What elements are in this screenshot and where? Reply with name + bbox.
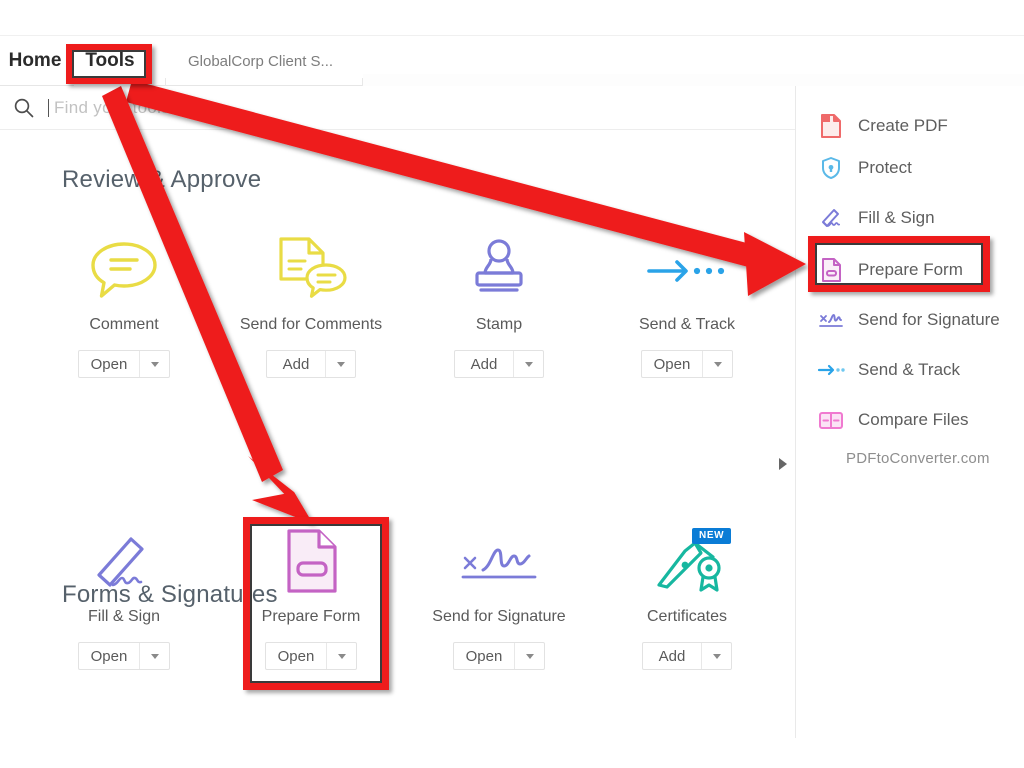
tile-action-button[interactable]: Add — [643, 643, 701, 669]
annotation-highlight-sidebar-prepare-form — [808, 236, 990, 292]
sidebar-item-protect[interactable]: Protect — [816, 148, 1024, 188]
signature-line-icon — [816, 309, 846, 331]
tile-label: Send for Comments — [239, 316, 383, 333]
tile-action-group[interactable]: Open — [640, 350, 734, 378]
sidebar-item-compare-files[interactable]: Compare Files — [816, 400, 1024, 440]
tile-label: Comment — [89, 316, 159, 333]
tile-action-dropdown[interactable] — [513, 351, 543, 377]
tile-label: Send & Track — [638, 316, 736, 333]
tile-action-button[interactable]: Open — [642, 351, 703, 377]
tile-action-group[interactable]: Open — [452, 642, 546, 670]
sidebar-item-label: Fill & Sign — [858, 208, 935, 227]
watermark: PDFtoConverter.com — [846, 450, 990, 467]
pen-sign-icon — [816, 206, 846, 230]
next-page-chevron-icon[interactable] — [779, 458, 787, 470]
tile-action-dropdown[interactable] — [702, 351, 732, 377]
title-strip — [0, 0, 1024, 36]
tile-stamp[interactable]: Stamp Add — [426, 228, 572, 403]
chevron-down-icon — [524, 361, 533, 367]
tile-action-group[interactable]: Add — [642, 642, 732, 670]
tile-action-dropdown[interactable] — [701, 643, 731, 669]
annotation-highlight-inner — [815, 243, 983, 285]
arrow-track-icon — [641, 228, 733, 314]
signature-line-icon — [453, 520, 545, 606]
tile-action-button[interactable]: Open — [79, 351, 140, 377]
annotation-highlight-prepare-form-tile — [243, 517, 389, 690]
chevron-down-icon — [150, 653, 159, 659]
tile-certificates[interactable]: NEW Certificates Add — [614, 520, 760, 695]
chevron-down-icon — [336, 361, 345, 367]
tab-document[interactable]: GlobalCorp Client S... — [170, 36, 358, 86]
shield-icon — [816, 156, 846, 180]
tile-action-dropdown[interactable] — [139, 351, 169, 377]
chevron-down-icon — [150, 361, 159, 367]
tile-action-button[interactable]: Open — [454, 643, 515, 669]
create-pdf-icon — [816, 114, 846, 138]
sidebar-item-label: Create PDF — [858, 116, 948, 135]
tile-action-dropdown[interactable] — [139, 643, 169, 669]
status-badge-new: NEW — [692, 528, 732, 544]
sidebar-item-label: Send & Track — [858, 360, 961, 379]
tile-action-group[interactable]: Open — [77, 350, 171, 378]
tools-main-panel: Review & Approve Comment Open Send for C… — [0, 130, 795, 738]
tile-action-dropdown[interactable] — [514, 643, 544, 669]
tile-action-button[interactable]: Add — [267, 351, 325, 377]
pen-sign-icon — [85, 520, 163, 606]
annotation-highlight-inner — [250, 524, 382, 683]
arrow-track-icon — [816, 362, 846, 378]
tile-action-button[interactable]: Add — [455, 351, 513, 377]
tile-fill-and-sign[interactable]: Fill & Sign Open — [51, 520, 197, 695]
tile-action-group[interactable]: Open — [77, 642, 171, 670]
annotation-highlight-inner — [72, 50, 146, 78]
tile-action-button[interactable]: Open — [79, 643, 140, 669]
chevron-down-icon — [525, 653, 534, 659]
comment-bubble-icon — [86, 228, 162, 314]
tools-sidebar: Create PDF Protect Fill & Sign Prepare F… — [796, 86, 1024, 738]
sidebar-item-fill-and-sign[interactable]: Fill & Sign — [816, 198, 1024, 238]
search-input[interactable]: Find your tools here — [54, 98, 210, 118]
sidebar-item-create-pdf[interactable]: Create PDF — [816, 106, 1024, 146]
sidebar-item-label: Compare Files — [858, 410, 969, 429]
section-title-review-approve: Review & Approve — [62, 166, 262, 193]
annotation-highlight-tools-tab — [66, 44, 152, 84]
compare-files-icon — [816, 409, 846, 431]
sidebar-item-label: Send for Signature — [858, 310, 1000, 329]
tools-search-bar[interactable]: Find your tools here — [0, 86, 795, 130]
chevron-down-icon — [713, 361, 722, 367]
acrobat-tools-screen: Home Tools GlobalCorp Client S... Find y… — [0, 0, 1024, 768]
tile-label: Send for Signature — [432, 608, 566, 625]
tile-comment[interactable]: Comment Open — [51, 228, 197, 403]
tile-action-dropdown[interactable] — [325, 351, 355, 377]
search-text-caret — [48, 98, 49, 117]
tile-action-group[interactable]: Add — [266, 350, 356, 378]
sidebar-item-send-and-track[interactable]: Send & Track — [816, 350, 1024, 390]
stamp-icon — [464, 228, 534, 314]
tile-action-group[interactable]: Add — [454, 350, 544, 378]
document-comment-icon — [271, 228, 351, 314]
tab-bar: Home Tools GlobalCorp Client S... — [0, 36, 1024, 120]
tile-send-for-signature[interactable]: Send for Signature Open — [426, 520, 572, 695]
sidebar-item-label: Protect — [858, 158, 912, 177]
tile-send-for-comments[interactable]: Send for Comments Add — [238, 228, 384, 403]
tile-send-and-track[interactable]: Send & Track Open — [614, 228, 760, 403]
sidebar-item-send-for-signature[interactable]: Send for Signature — [816, 300, 1024, 340]
tile-label: Stamp — [475, 316, 523, 333]
tile-label: Fill & Sign — [87, 608, 161, 625]
tile-label: Certificates — [646, 608, 728, 625]
tab-home[interactable]: Home — [4, 36, 66, 86]
chevron-down-icon — [712, 653, 721, 659]
search-icon — [14, 98, 34, 117]
